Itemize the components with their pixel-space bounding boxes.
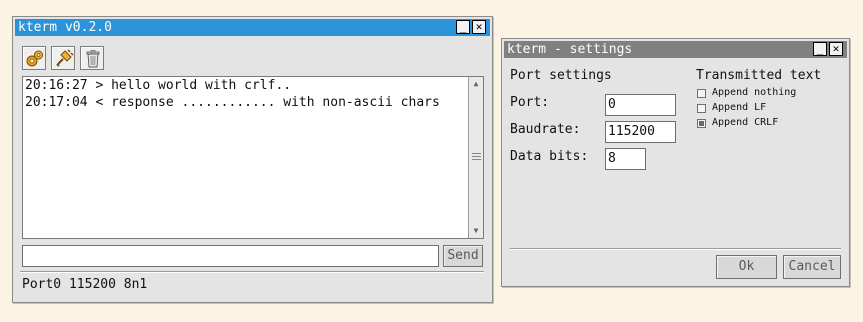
append-nothing-checkbox[interactable] xyxy=(697,89,706,98)
cancel-button[interactable]: Cancel xyxy=(783,255,841,279)
terminal-line: 20:16:27 > hello world with crlf.. xyxy=(25,78,292,93)
status-separator xyxy=(20,271,484,273)
baudrate-field[interactable]: 115200 xyxy=(605,121,676,143)
scroll-grip xyxy=(472,156,481,157)
settings-separator xyxy=(510,248,841,250)
scroll-grip[interactable] xyxy=(472,153,481,154)
settings-close-button[interactable]: ✕ xyxy=(829,42,843,56)
terminal-output[interactable]: 20:16:27 > hello world with crlf.. 20:17… xyxy=(22,76,484,239)
terminal-line: 20:17:04 < response ............ with no… xyxy=(25,95,440,110)
send-button[interactable]: Send xyxy=(443,245,483,267)
scroll-up-icon[interactable]: ▲ xyxy=(471,78,481,90)
port-field[interactable]: 0 xyxy=(605,94,676,116)
append-crlf-checkbox[interactable] xyxy=(697,119,706,128)
clear-button[interactable] xyxy=(80,46,104,70)
minimize-button[interactable]: _ xyxy=(456,20,470,34)
baudrate-label: Baudrate: xyxy=(510,122,581,137)
append-nothing-label: Append nothing xyxy=(712,87,797,98)
settings-minimize-button[interactable]: _ xyxy=(813,42,827,56)
trash-icon xyxy=(86,50,100,68)
settings-window-title: kterm - settings xyxy=(507,42,633,57)
transmitted-text-heading: Transmitted text xyxy=(696,68,822,83)
connect-plug-icon xyxy=(56,49,74,67)
settings-titlebar[interactable]: kterm - settings _ ✕ xyxy=(504,41,847,58)
connect-button[interactable] xyxy=(51,46,75,70)
vertical-scrollbar[interactable]: ▲ ▼ xyxy=(468,77,483,238)
scroll-grip xyxy=(472,159,481,160)
scroll-down-icon[interactable]: ▼ xyxy=(471,225,481,237)
status-bar-text: Port0 115200 8n1 xyxy=(22,277,148,292)
main-titlebar[interactable]: kterm v0.2.0 _ ✕ xyxy=(15,19,490,36)
append-lf-checkbox[interactable] xyxy=(697,104,706,113)
databits-field[interactable]: 8 xyxy=(605,148,646,170)
close-button[interactable]: ✕ xyxy=(472,20,486,34)
databits-label: Data bits: xyxy=(510,149,589,164)
port-label: Port: xyxy=(510,95,550,110)
port-settings-heading: Port settings xyxy=(510,68,612,83)
settings-button[interactable] xyxy=(22,46,46,70)
settings-gears-icon xyxy=(26,50,43,67)
main-window-title: kterm v0.2.0 xyxy=(18,20,112,35)
append-crlf-label: Append CRLF xyxy=(712,117,779,128)
append-lf-label: Append LF xyxy=(712,102,767,113)
send-input[interactable] xyxy=(22,245,439,267)
ok-button[interactable]: Ok xyxy=(716,255,777,279)
